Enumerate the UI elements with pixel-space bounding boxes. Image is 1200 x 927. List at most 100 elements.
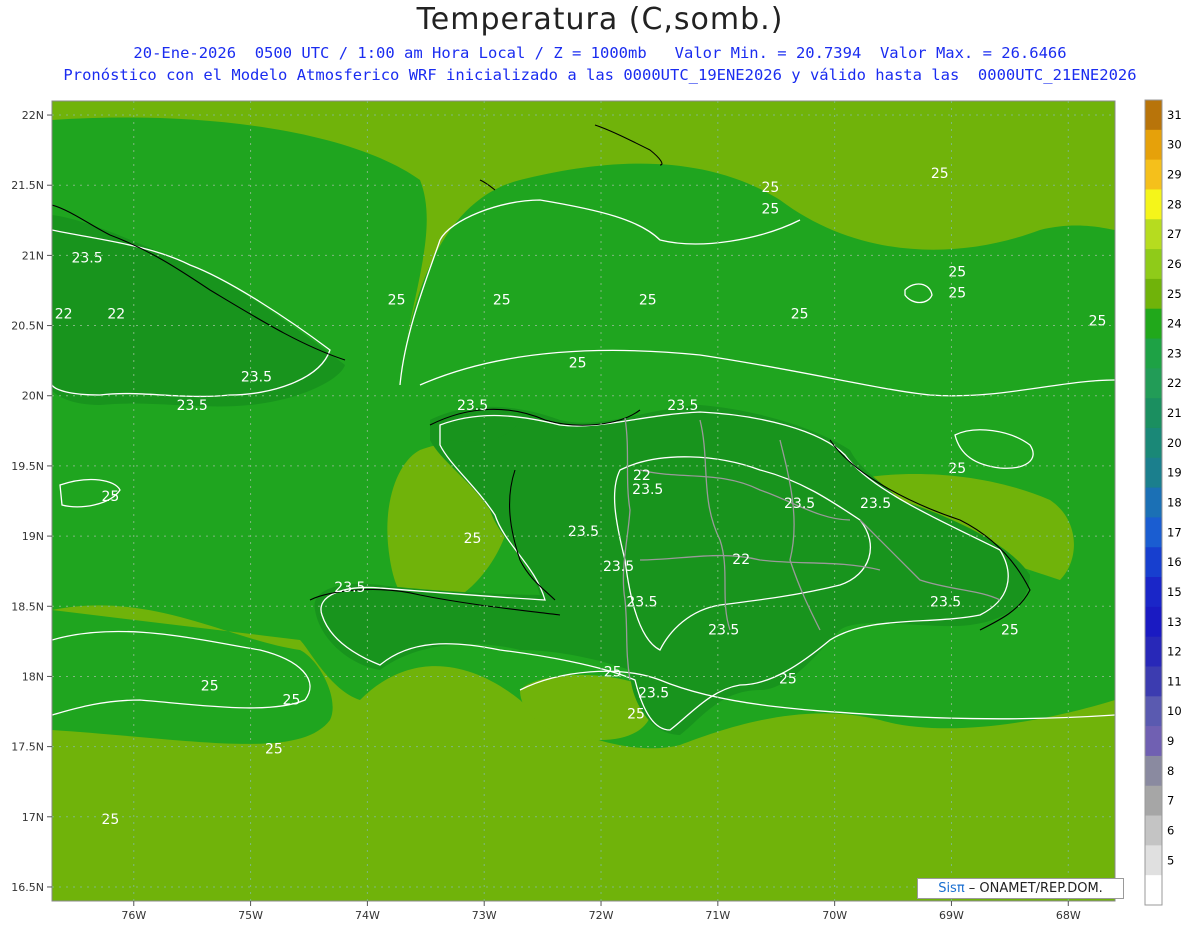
lon-label: 73W xyxy=(472,909,497,922)
colorbar: 31 30 29 28 27 26 25 24 23 22 21 20 19 18 17 16 15 13 12 11… xyxy=(1144,99,1182,906)
lat-label: 20N xyxy=(22,390,44,403)
colorbar-swatch xyxy=(1145,398,1162,429)
colorbar-level-label: 17 xyxy=(1167,525,1182,539)
colorbar-swatch xyxy=(1145,278,1162,310)
lat-label: 18N xyxy=(22,670,44,683)
contour-label: 23.5 xyxy=(638,685,669,701)
colorbar-level-label: 21 xyxy=(1167,406,1182,420)
lon-label: 69W xyxy=(939,909,964,922)
sispi-logo: Sisπ xyxy=(938,881,965,896)
colorbar-swatch xyxy=(1145,189,1162,220)
contour-label: 23.5 xyxy=(930,594,961,610)
colorbar-swatch xyxy=(1145,517,1162,548)
colorbar-level-label: 25 xyxy=(1167,287,1182,301)
colorbar-swatch xyxy=(1145,845,1162,876)
longitude-labels: 76W 75W 74W 73W 72W 71W 70W 69W 68W xyxy=(121,909,1081,922)
contour-label: 25 xyxy=(948,285,966,301)
contour-label: 23.5 xyxy=(708,622,739,638)
colorbar-swatch xyxy=(1145,606,1162,638)
contour-label: 25 xyxy=(948,461,966,477)
colorbar-swatch xyxy=(1145,785,1162,817)
colorbar-level-label: 29 xyxy=(1167,168,1182,182)
contour-label: 23.5 xyxy=(71,250,102,266)
lat-label: 19N xyxy=(22,530,44,543)
contour-label: 25 xyxy=(931,166,949,182)
contour-label: 23.5 xyxy=(784,496,815,512)
contour-label: 25 xyxy=(283,693,301,709)
contour-label: 25 xyxy=(791,307,809,323)
colorbar-level-label: 11 xyxy=(1167,674,1182,688)
contour-label: 25 xyxy=(464,531,482,547)
colorbar-level-label: 6 xyxy=(1167,823,1174,837)
lat-label: 16.5N xyxy=(11,881,44,894)
colorbar-level-label: 26 xyxy=(1167,257,1182,271)
temperature-map: 23.5 22 22 23.5 23.5 25 25 25 25 25 25 25 25 25 25 25 23… xyxy=(11,99,1182,922)
contour-label: 25 xyxy=(627,707,645,723)
colorbar-level-label: 30 xyxy=(1167,138,1182,152)
colorbar-level-label: 18 xyxy=(1167,496,1182,510)
colorbar-level-label: 22 xyxy=(1167,376,1182,390)
lat-label: 21N xyxy=(22,249,44,262)
contour-label: 23.5 xyxy=(177,398,208,414)
contour-label: 25 xyxy=(493,293,511,309)
contour-label: 23.5 xyxy=(334,580,365,596)
credit-box: Sisπ – ONAMET/REP.DOM. xyxy=(917,878,1124,899)
colorbar-swatch xyxy=(1145,219,1162,250)
lon-label: 74W xyxy=(355,909,380,922)
contour-label: 25 xyxy=(101,812,119,828)
contour-label: 22 xyxy=(55,307,73,323)
lon-label: 76W xyxy=(121,909,146,922)
lat-label: 19.5N xyxy=(11,460,44,473)
colorbar-level-label: 10 xyxy=(1167,704,1182,718)
contour-label: 25 xyxy=(779,671,797,687)
lat-label: 18.5N xyxy=(11,600,44,613)
colorbar-swatch xyxy=(1145,100,1162,131)
contour-label: 25 xyxy=(604,664,622,680)
colorbar-swatch xyxy=(1145,487,1162,518)
colorbar-swatch xyxy=(1145,129,1162,161)
contour-label: 25 xyxy=(569,356,587,372)
colorbar-level-label: 27 xyxy=(1167,227,1182,241)
contour-label: 25 xyxy=(639,293,657,309)
colorbar-swatch xyxy=(1145,875,1162,906)
colorbar-level-label: 9 xyxy=(1167,734,1174,748)
colorbar-swatch xyxy=(1145,696,1162,727)
lat-label: 17N xyxy=(22,811,44,824)
colorbar-swatch xyxy=(1145,815,1162,846)
lat-label: 20.5N xyxy=(11,320,44,333)
contour-label: 23.5 xyxy=(568,524,599,540)
colorbar-swatch xyxy=(1145,427,1162,459)
contour-label: 22 xyxy=(732,552,750,568)
colorbar-swatch xyxy=(1145,159,1162,190)
colorbar-level-label: 16 xyxy=(1167,555,1182,569)
contour-label: 25 xyxy=(101,489,119,505)
contour-label: 23.5 xyxy=(860,496,891,512)
contour-label: 25 xyxy=(201,678,219,694)
lon-label: 72W xyxy=(589,909,614,922)
contour-label: 23.5 xyxy=(626,594,657,610)
colorbar-level-label: 15 xyxy=(1167,585,1182,599)
lat-label: 21.5N xyxy=(11,179,44,192)
contour-label: 23.5 xyxy=(603,559,634,575)
credit-text: – ONAMET/REP.DOM. xyxy=(964,881,1103,896)
contour-label: 25 xyxy=(388,293,406,309)
colorbar-level-label: 31 xyxy=(1167,108,1182,122)
contour-label: 25 xyxy=(1001,622,1019,638)
contour-label: 25 xyxy=(1089,314,1107,330)
colorbar-swatch xyxy=(1145,249,1162,280)
colorbar-swatch xyxy=(1145,368,1162,399)
colorbar-level-label: 13 xyxy=(1167,615,1182,629)
contour-label: 23.5 xyxy=(457,398,488,414)
contour-label: 23.5 xyxy=(667,398,698,414)
colorbar-level-label: 23 xyxy=(1167,346,1182,360)
colorbar-swatch xyxy=(1145,755,1162,787)
lat-label: 17.5N xyxy=(11,741,44,754)
colorbar-swatch xyxy=(1145,308,1162,340)
colorbar-swatch xyxy=(1145,636,1162,667)
colorbar-level-label: 5 xyxy=(1167,853,1174,867)
colorbar-swatch xyxy=(1145,338,1162,369)
contour-label: 23.5 xyxy=(632,482,663,498)
lon-label: 71W xyxy=(705,909,730,922)
contour-label: 22 xyxy=(107,307,125,323)
colorbar-level-label: 12 xyxy=(1167,645,1182,659)
